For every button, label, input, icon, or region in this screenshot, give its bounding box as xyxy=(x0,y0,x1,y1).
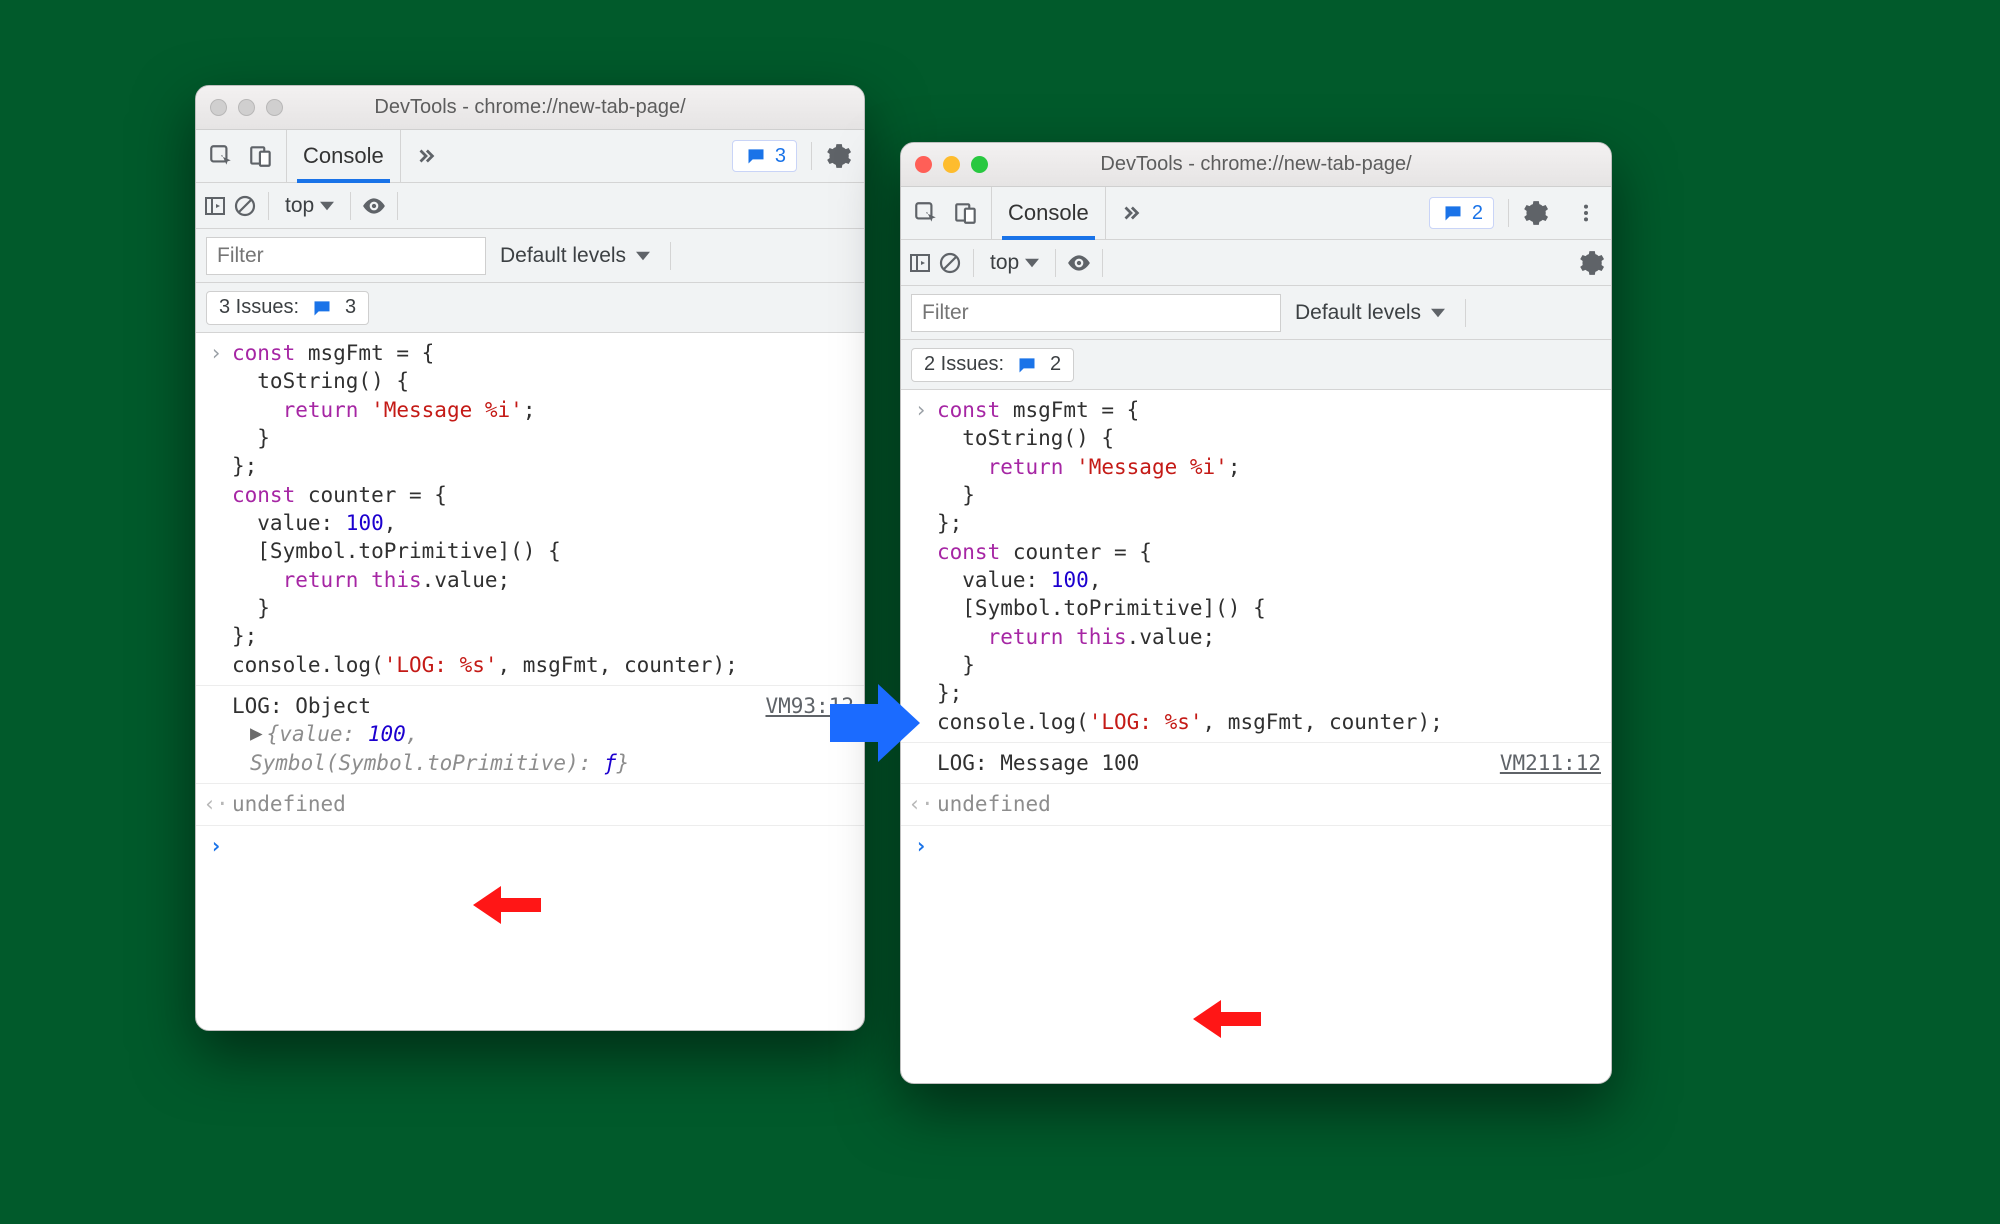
console-output-row[interactable]: LOG: Object ▶{value: 100, Symbol(Symbol.… xyxy=(196,686,864,784)
console-settings-icon[interactable] xyxy=(1579,250,1605,276)
more-tabs[interactable] xyxy=(1106,187,1156,239)
message-icon xyxy=(1440,200,1466,226)
context-selector[interactable]: top xyxy=(984,251,1045,275)
log-levels-dropdown[interactable]: Default levels xyxy=(1295,301,1445,325)
window-title: DevTools - chrome://new-tab-page/ xyxy=(901,153,1611,176)
annotation-red-arrow xyxy=(471,884,541,926)
console-subtoolbar: top xyxy=(901,240,1611,286)
console-output: › const msgFmt = { toString() { return '… xyxy=(901,390,1611,866)
return-indicator-icon: ‹· xyxy=(200,790,232,818)
code-block[interactable]: const msgFmt = { toString() { return 'Me… xyxy=(937,396,1601,736)
filter-bar: Default levels xyxy=(196,229,864,283)
message-icon xyxy=(1014,352,1040,378)
more-tabs[interactable] xyxy=(401,130,451,182)
issues-count: 3 xyxy=(345,296,356,319)
inspect-controls xyxy=(196,130,287,182)
input-chevron-icon: › xyxy=(905,396,937,736)
titlebar[interactable]: DevTools - chrome://new-tab-page/ xyxy=(901,143,1611,187)
levels-label: Default levels xyxy=(500,244,626,268)
settings-icon[interactable] xyxy=(1523,200,1549,226)
minimize-dot[interactable] xyxy=(238,99,255,116)
return-value: undefined xyxy=(232,790,854,818)
issues-bar: 2 Issues: 2 xyxy=(901,340,1611,390)
prompt-chevron-icon: › xyxy=(905,832,937,860)
chevrons-right-icon xyxy=(413,143,439,169)
issues-bar: 3 Issues: 3 xyxy=(196,283,864,333)
devtools-window-left: DevTools - chrome://new-tab-page/ Consol… xyxy=(195,85,865,1031)
console-prompt-row[interactable]: › xyxy=(901,826,1611,866)
sidebar-toggle-icon[interactable] xyxy=(907,250,933,276)
console-input-row: › const msgFmt = { toString() { return '… xyxy=(196,333,864,686)
inspect-element-icon[interactable] xyxy=(913,200,939,226)
live-expression-icon[interactable] xyxy=(1066,250,1092,276)
levels-label: Default levels xyxy=(1295,301,1421,325)
issues-chip[interactable]: 2 Issues: 2 xyxy=(911,348,1074,382)
issues-label: 3 Issues: xyxy=(219,296,299,319)
devtools-window-right: DevTools - chrome://new-tab-page/ Consol… xyxy=(900,142,1612,1084)
window-controls[interactable] xyxy=(915,156,988,173)
filter-input[interactable] xyxy=(911,294,1281,332)
chevrons-right-icon xyxy=(1118,200,1144,226)
tab-label: Console xyxy=(1008,200,1089,226)
context-selector[interactable]: top xyxy=(279,194,340,218)
sidebar-toggle-icon[interactable] xyxy=(202,193,228,219)
tab-console[interactable]: Console xyxy=(992,187,1106,239)
annotation-red-arrow xyxy=(1191,998,1261,1040)
messages-count: 2 xyxy=(1472,202,1483,225)
titlebar[interactable]: DevTools - chrome://new-tab-page/ xyxy=(196,86,864,130)
kebab-menu-icon[interactable] xyxy=(1573,200,1599,226)
clear-console-icon[interactable] xyxy=(937,250,963,276)
console-prompt-row[interactable]: › xyxy=(196,826,864,866)
issues-count: 2 xyxy=(1050,353,1061,376)
messages-count: 3 xyxy=(775,145,786,168)
main-toolbar: Console 3 xyxy=(196,130,864,183)
output-text: LOG: Message 100 xyxy=(937,749,1488,777)
return-indicator-icon: ‹· xyxy=(905,790,937,818)
live-expression-icon[interactable] xyxy=(361,193,387,219)
settings-icon[interactable] xyxy=(826,143,852,169)
tab-label: Console xyxy=(303,143,384,169)
filter-bar: Default levels xyxy=(901,286,1611,340)
zoom-dot[interactable] xyxy=(971,156,988,173)
input-chevron-icon: › xyxy=(200,339,232,679)
messages-chip[interactable]: 2 xyxy=(1429,197,1494,229)
close-dot[interactable] xyxy=(915,156,932,173)
issues-label: 2 Issues: xyxy=(924,353,1004,376)
context-label: top xyxy=(285,194,314,218)
console-input-row: › const msgFmt = { toString() { return '… xyxy=(901,390,1611,743)
expand-caret-icon[interactable]: ▶ xyxy=(250,719,263,747)
message-icon xyxy=(309,295,335,321)
console-subtoolbar: top xyxy=(196,183,864,229)
close-dot[interactable] xyxy=(210,99,227,116)
code-block[interactable]: const msgFmt = { toString() { return 'Me… xyxy=(232,339,854,679)
console-output-row[interactable]: LOG: Message 100 VM211:12 xyxy=(901,743,1611,784)
device-toggle-icon[interactable] xyxy=(953,200,979,226)
console-return-row: ‹· undefined xyxy=(901,784,1611,825)
minimize-dot[interactable] xyxy=(943,156,960,173)
return-value: undefined xyxy=(937,790,1601,818)
object-preview[interactable]: ▶{value: 100, Symbol(Symbol.toPrimitive)… xyxy=(232,720,753,777)
console-return-row: ‹· undefined xyxy=(196,784,864,825)
clear-console-icon[interactable] xyxy=(232,193,258,219)
prompt-chevron-icon: › xyxy=(200,832,232,860)
inspect-element-icon[interactable] xyxy=(208,143,234,169)
main-toolbar: Console 2 xyxy=(901,187,1611,240)
context-label: top xyxy=(990,251,1019,275)
window-title: DevTools - chrome://new-tab-page/ xyxy=(196,96,864,119)
console-output: › const msgFmt = { toString() { return '… xyxy=(196,333,864,866)
zoom-dot[interactable] xyxy=(266,99,283,116)
source-link[interactable]: VM93:12 xyxy=(753,692,854,777)
message-icon xyxy=(743,143,769,169)
output-text: LOG: Object xyxy=(232,694,371,718)
window-controls[interactable] xyxy=(210,99,283,116)
tab-console[interactable]: Console xyxy=(287,130,401,182)
source-link[interactable]: VM211:12 xyxy=(1488,749,1601,777)
issues-chip[interactable]: 3 Issues: 3 xyxy=(206,291,369,325)
log-levels-dropdown[interactable]: Default levels xyxy=(500,244,650,268)
device-toggle-icon[interactable] xyxy=(248,143,274,169)
messages-chip[interactable]: 3 xyxy=(732,140,797,172)
filter-input[interactable] xyxy=(206,237,486,275)
